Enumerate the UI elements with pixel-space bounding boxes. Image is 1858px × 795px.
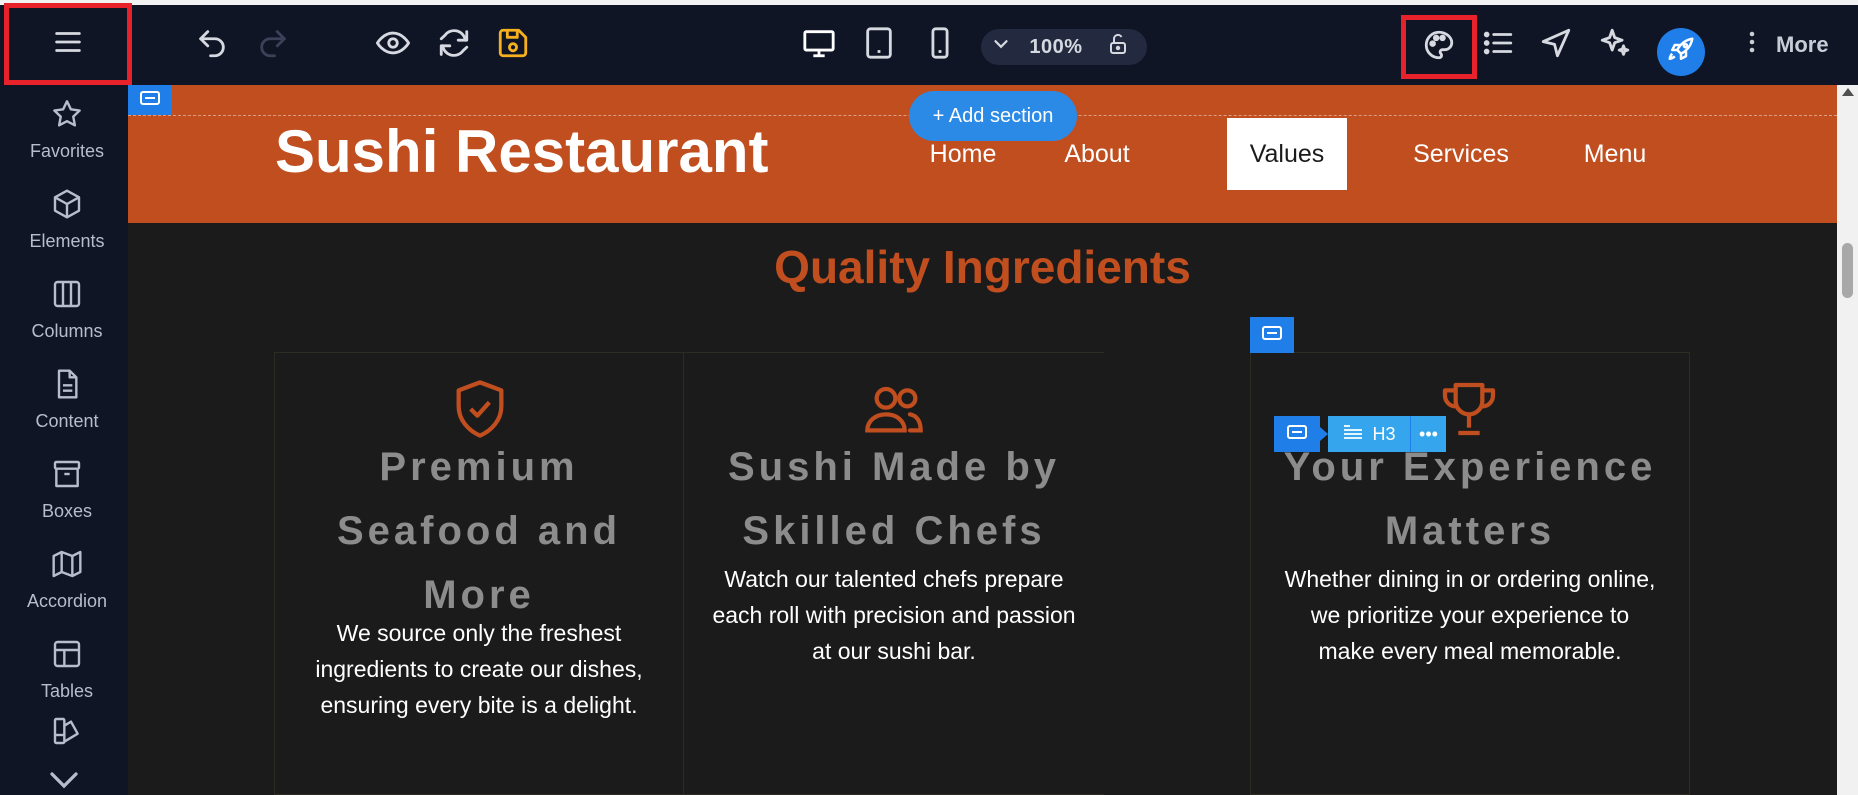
sparkles-icon <box>1598 26 1632 65</box>
card-body-text[interactable]: We source only the freshest ingredients … <box>275 615 683 723</box>
table-icon <box>51 638 83 681</box>
chevron-down-icon <box>46 772 82 795</box>
preview-button[interactable] <box>372 5 414 85</box>
section-select-handle[interactable] <box>128 85 172 115</box>
page-canvas: Sushi Restaurant Home About Values Servi… <box>128 85 1837 795</box>
redo-icon <box>256 26 290 65</box>
heading-level-label: H3 <box>1372 423 1396 444</box>
rocket-icon <box>1666 35 1696 70</box>
hamburger-icon <box>51 25 85 64</box>
layers-button[interactable] <box>1478 5 1518 85</box>
sidebar-item-label: Favorites <box>29 141 105 161</box>
sidebar-item-more-widgets[interactable] <box>6 715 128 765</box>
ai-assist-button[interactable] <box>1595 5 1635 85</box>
more-menu-button[interactable]: More <box>1740 5 1829 85</box>
save-icon <box>496 26 530 65</box>
heading-text-icon <box>1342 424 1364 445</box>
card-body-text[interactable]: Whether dining in or ordering online, we… <box>1251 561 1689 669</box>
tablet-icon <box>862 26 896 65</box>
value-card[interactable]: Premium Seafood and More We source only … <box>274 352 684 795</box>
site-title[interactable]: Sushi Restaurant <box>275 117 768 186</box>
container-handle-icon <box>1286 424 1308 445</box>
columns-icon <box>51 278 83 321</box>
archive-box-icon <box>51 458 83 501</box>
value-card[interactable]: Sushi Made by Skilled Chefs Watch our ta… <box>684 352 1104 795</box>
nav-link-values[interactable]: Values <box>1227 118 1347 190</box>
sidebar-item-label: Boxes <box>41 501 93 521</box>
navigate-button[interactable] <box>1536 5 1576 85</box>
horizontal-dots-icon: ••• <box>1419 423 1438 444</box>
scroll-up-arrow[interactable] <box>1842 88 1854 96</box>
vertical-scrollbar[interactable] <box>1837 85 1858 795</box>
elements-sidebar: Favorites Elements Columns Content Boxes… <box>0 85 128 795</box>
sidebar-item-accordion[interactable]: Accordion <box>6 535 128 625</box>
sidebar-scroll-down[interactable] <box>46 768 82 795</box>
sidebar-item-boxes[interactable]: Boxes <box>6 445 128 535</box>
swatches-icon <box>51 715 83 758</box>
refresh-button[interactable] <box>433 5 475 85</box>
redo-button[interactable] <box>253 5 293 85</box>
sidebar-item-label: Tables <box>40 681 94 701</box>
sidebar-item-content[interactable]: Content <box>6 355 128 445</box>
chevron-down-icon <box>990 33 1012 61</box>
heading-element-toolbar: H3 ••• <box>1274 416 1446 452</box>
desktop-view-button[interactable] <box>800 5 838 85</box>
sidebar-item-label: Accordion <box>26 591 108 611</box>
sidebar-item-tables[interactable]: Tables <box>6 625 128 715</box>
zoom-control: 100% <box>981 29 1147 65</box>
scrollbar-thumb[interactable] <box>1842 243 1853 298</box>
card-heading[interactable]: Your Experience Matters <box>1251 435 1689 563</box>
sidebar-item-elements[interactable]: Elements <box>6 175 128 265</box>
section-title[interactable]: Quality Ingredients <box>128 240 1837 294</box>
undo-icon <box>195 26 229 65</box>
sidebar-item-columns[interactable]: Columns <box>6 265 128 355</box>
app-window: 100% More Favorites Elements Columns Con… <box>0 0 1858 795</box>
sidebar-item-label: Columns <box>31 321 103 341</box>
card-heading[interactable]: Premium Seafood and More <box>275 435 683 627</box>
undo-button[interactable] <box>192 5 232 85</box>
card-heading[interactable]: Sushi Made by Skilled Chefs <box>684 435 1104 563</box>
zoom-dropdown[interactable] <box>981 29 1021 65</box>
publish-button[interactable] <box>1657 28 1705 76</box>
unlock-icon <box>1106 32 1130 62</box>
column-handle-icon <box>1261 325 1283 346</box>
refresh-icon <box>437 26 471 65</box>
editor-toolbar: 100% More <box>0 3 1858 85</box>
parent-select-button[interactable] <box>1274 416 1320 452</box>
palette-icon <box>1422 28 1456 67</box>
add-section-button[interactable]: + Add section <box>909 91 1077 141</box>
desktop-icon <box>802 26 836 65</box>
navigation-arrow-icon <box>1539 26 1573 65</box>
nav-link-menu[interactable]: Menu <box>1565 118 1665 190</box>
tablet-view-button[interactable] <box>862 5 896 85</box>
column-select-handle[interactable] <box>1250 317 1294 353</box>
menu-button[interactable] <box>4 3 132 85</box>
element-options-button[interactable]: ••• <box>1410 416 1446 452</box>
more-label: More <box>1776 32 1829 57</box>
list-icon <box>1481 26 1515 65</box>
heading-type-button[interactable]: H3 <box>1328 416 1410 452</box>
star-icon <box>51 98 83 141</box>
vertical-dots-icon <box>1740 28 1764 62</box>
sidebar-item-favorites[interactable]: Favorites <box>6 85 128 175</box>
save-button[interactable] <box>492 5 534 85</box>
card-body-text[interactable]: Watch our talented chefs prepare each ro… <box>684 561 1104 669</box>
theme-colors-button[interactable] <box>1401 15 1477 79</box>
sidebar-item-label: Content <box>35 411 99 431</box>
zoom-lock-button[interactable] <box>1091 29 1145 65</box>
map-icon <box>51 548 83 591</box>
section-handle-icon <box>139 90 161 111</box>
document-icon <box>51 368 83 411</box>
zoom-level[interactable]: 100% <box>1021 36 1091 59</box>
cube-icon <box>51 188 83 231</box>
breadcrumb-arrow <box>1320 427 1328 441</box>
mobile-view-button[interactable] <box>923 5 957 85</box>
nav-link-services[interactable]: Services <box>1391 118 1531 190</box>
mobile-icon <box>923 26 957 65</box>
sidebar-item-label: Elements <box>29 231 105 251</box>
eye-icon <box>375 26 411 65</box>
